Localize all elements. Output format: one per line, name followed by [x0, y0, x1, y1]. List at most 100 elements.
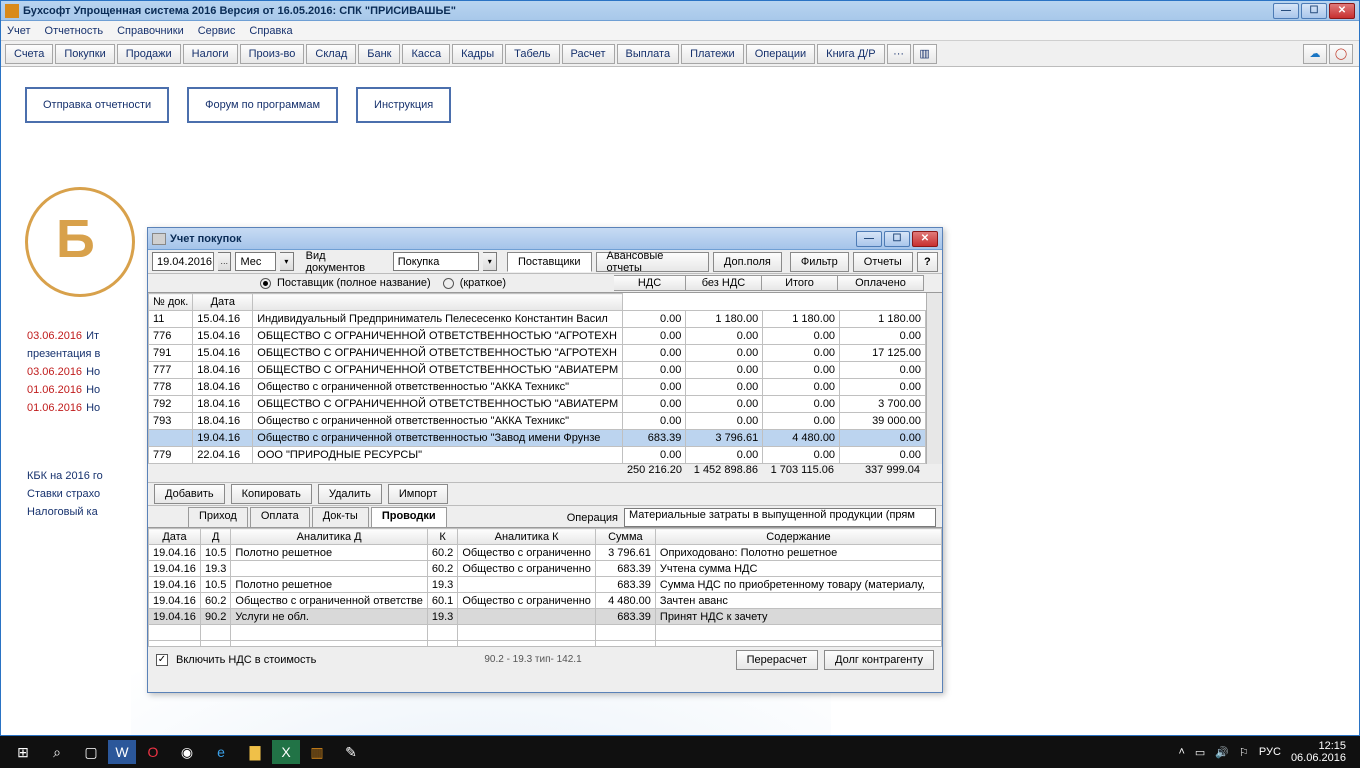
big-button-instruction[interactable]: Инструкция: [356, 87, 451, 123]
toolbar-button[interactable]: Платежи: [681, 44, 744, 64]
start-button[interactable]: ⊞: [6, 738, 40, 766]
toolbar-button[interactable]: Продажи: [117, 44, 181, 64]
minimize-button[interactable]: —: [856, 231, 882, 247]
volume-icon[interactable]: 🔊: [1215, 746, 1229, 759]
table-row[interactable]: 77922.04.16ООО "ПРИРОДНЫЕ РЕСУРСЫ"0.000.…: [149, 447, 926, 464]
toolbar-button[interactable]: Покупки: [55, 44, 114, 64]
flag-icon[interactable]: ⚐: [1239, 746, 1249, 759]
menu-item[interactable]: Отчетность: [45, 25, 104, 37]
table-row[interactable]: 19.04.1690.2Услуги не обл.19.3683.39Прин…: [149, 609, 942, 625]
chevron-down-icon[interactable]: ▾: [483, 252, 496, 271]
tab-suppliers[interactable]: Поставщики: [507, 252, 592, 272]
app2-icon[interactable]: ✎: [334, 738, 368, 766]
toolbar-button[interactable]: Кадры: [452, 44, 503, 64]
tab-docs[interactable]: Док-ты: [312, 507, 369, 527]
entries-grid[interactable]: Дата Д Аналитика Д К Аналитика К Сумма С…: [148, 528, 942, 646]
minimize-button[interactable]: —: [1273, 3, 1299, 19]
big-button-reporting[interactable]: Отправка отчетности: [25, 87, 169, 123]
delete-button[interactable]: Удалить: [318, 484, 382, 504]
big-button-forum[interactable]: Форум по программам: [187, 87, 338, 123]
table-row[interactable]: 79115.04.16ОБЩЕСТВО С ОГРАНИЧЕННОЙ ОТВЕТ…: [149, 345, 926, 362]
table-row[interactable]: 19.04.1660.2Общество с ограниченной отве…: [149, 593, 942, 609]
operation-field[interactable]: Материальные затраты в выпущенной продук…: [624, 508, 936, 527]
tab-payment[interactable]: Оплата: [250, 507, 310, 527]
chevron-down-icon[interactable]: ▾: [280, 252, 293, 271]
toolbar-button[interactable]: Выплата: [617, 44, 680, 64]
toolbar-button[interactable]: Книга Д/Р: [817, 44, 884, 64]
operation-label: Операция: [567, 512, 618, 524]
table-row[interactable]: 19.04.1619.360.2Общество с ограниченно68…: [149, 561, 942, 577]
lifebuoy-icon[interactable]: ◯: [1329, 44, 1353, 64]
date-picker-icon[interactable]: …: [218, 252, 231, 271]
restore-button[interactable]: ☐: [1301, 3, 1327, 19]
tray-chevron-icon[interactable]: ˄: [1178, 746, 1184, 758]
cloud-upload-icon[interactable]: ☁: [1303, 44, 1327, 64]
menu-item[interactable]: Сервис: [198, 25, 236, 37]
table-row[interactable]: 77615.04.16ОБЩЕСТВО С ОГРАНИЧЕННОЙ ОТВЕТ…: [149, 328, 926, 345]
search-icon[interactable]: ⌕: [40, 738, 74, 766]
word-icon[interactable]: W: [108, 740, 136, 764]
include-vat-checkbox[interactable]: ✓: [156, 654, 168, 666]
table-row[interactable]: 1115.04.16Индивидуальный Предприниматель…: [149, 311, 926, 328]
toolbar-button[interactable]: Счета: [5, 44, 53, 64]
tab-advance[interactable]: Авансовые отчеты: [596, 252, 709, 272]
recalc-button[interactable]: Перерасчет: [736, 650, 818, 670]
scrollbar[interactable]: [926, 293, 942, 464]
lang-indicator[interactable]: РУС: [1259, 746, 1281, 758]
help-button[interactable]: ?: [917, 252, 938, 272]
reports-button[interactable]: Отчеты: [853, 252, 913, 272]
table-row[interactable]: 79422.04.16ООО "ПРИРОДНЫЕ РЕСУРСЫ"0.000.…: [149, 464, 926, 465]
explorer-icon[interactable]: ▇: [238, 738, 272, 766]
chrome-icon[interactable]: ◉: [170, 738, 204, 766]
close-button[interactable]: ✕: [912, 231, 938, 247]
toolbar-button[interactable]: Произ-во: [240, 44, 305, 64]
taskview-icon[interactable]: ▢: [74, 738, 108, 766]
toolbar-button[interactable]: Налоги: [183, 44, 238, 64]
menu-item[interactable]: Справка: [249, 25, 292, 37]
suppliers-grid[interactable]: № док. Дата 1115.04.16Индивидуальный Пре…: [148, 292, 942, 464]
book-icon[interactable]: ▥: [913, 44, 937, 64]
table-row[interactable]: 79318.04.16Общество с ограниченной ответ…: [149, 413, 926, 430]
overflow-button[interactable]: ···: [887, 44, 911, 64]
toolbar-button[interactable]: Расчет: [562, 44, 615, 64]
toolbar-button[interactable]: Табель: [505, 44, 559, 64]
maximize-button[interactable]: ☐: [884, 231, 910, 247]
debt-button[interactable]: Долг контрагенту: [824, 650, 934, 670]
toolbar-button[interactable]: Операции: [746, 44, 815, 64]
copy-button[interactable]: Копировать: [231, 484, 312, 504]
edge-icon[interactable]: e: [204, 738, 238, 766]
tab-entries[interactable]: Проводки: [371, 507, 447, 527]
toolbar-button[interactable]: Склад: [306, 44, 356, 64]
menu-item[interactable]: Справочники: [117, 25, 184, 37]
table-row[interactable]: 79218.04.16ОБЩЕСТВО С ОГРАНИЧЕННОЙ ОТВЕТ…: [149, 396, 926, 413]
radio-full[interactable]: [260, 278, 271, 289]
news-block: 03.06.2016Ит презентация в 03.06.2016Но …: [27, 327, 100, 417]
table-row[interactable]: 19.04.1610.5Полотно решетное60.2Общество…: [149, 545, 942, 561]
table-row[interactable]: 77718.04.16ОБЩЕСТВО С ОГРАНИЧЕННОЙ ОТВЕТ…: [149, 362, 926, 379]
toolbar-button[interactable]: Касса: [402, 44, 450, 64]
menu-item[interactable]: Учет: [7, 25, 31, 37]
radio-short[interactable]: [443, 278, 454, 289]
opera-icon[interactable]: O: [136, 738, 170, 766]
network-icon[interactable]: ▭: [1195, 746, 1205, 759]
filter-button[interactable]: Фильтр: [790, 252, 849, 272]
tray: ˄ ▭ 🔊 ⚐ РУС 12:1506.06.2016: [1178, 740, 1354, 764]
date-field[interactable]: 19.04.2016: [152, 252, 214, 271]
clock[interactable]: 12:1506.06.2016: [1291, 740, 1346, 764]
table-row[interactable]: 77818.04.16Общество с ограниченной ответ…: [149, 379, 926, 396]
excel-icon[interactable]: X: [272, 740, 300, 764]
modal-titlebar[interactable]: Учет покупок — ☐ ✕: [148, 228, 942, 250]
close-button[interactable]: ✕: [1329, 3, 1355, 19]
table-row[interactable]: 19.04.16Общество с ограниченной ответств…: [149, 430, 926, 447]
tab-receipt[interactable]: Приход: [188, 507, 248, 527]
toolbar-button[interactable]: Банк: [358, 44, 400, 64]
add-button[interactable]: Добавить: [154, 484, 225, 504]
app-task-icon[interactable]: ▥: [300, 738, 334, 766]
tab-extra[interactable]: Доп.поля: [713, 252, 782, 272]
import-button[interactable]: Импорт: [388, 484, 448, 504]
period-select[interactable]: Мес: [235, 252, 276, 271]
app-titlebar[interactable]: Бухсофт Упрощенная система 2016 Версия о…: [1, 1, 1359, 21]
doc-type-select[interactable]: Покупка: [393, 252, 480, 271]
taskbar[interactable]: ⊞ ⌕ ▢ W O ◉ e ▇ X ▥ ✎ ˄ ▭ 🔊 ⚐ РУС 12:150…: [0, 736, 1360, 768]
table-row[interactable]: 19.04.1610.5Полотно решетное19.3683.39Су…: [149, 577, 942, 593]
